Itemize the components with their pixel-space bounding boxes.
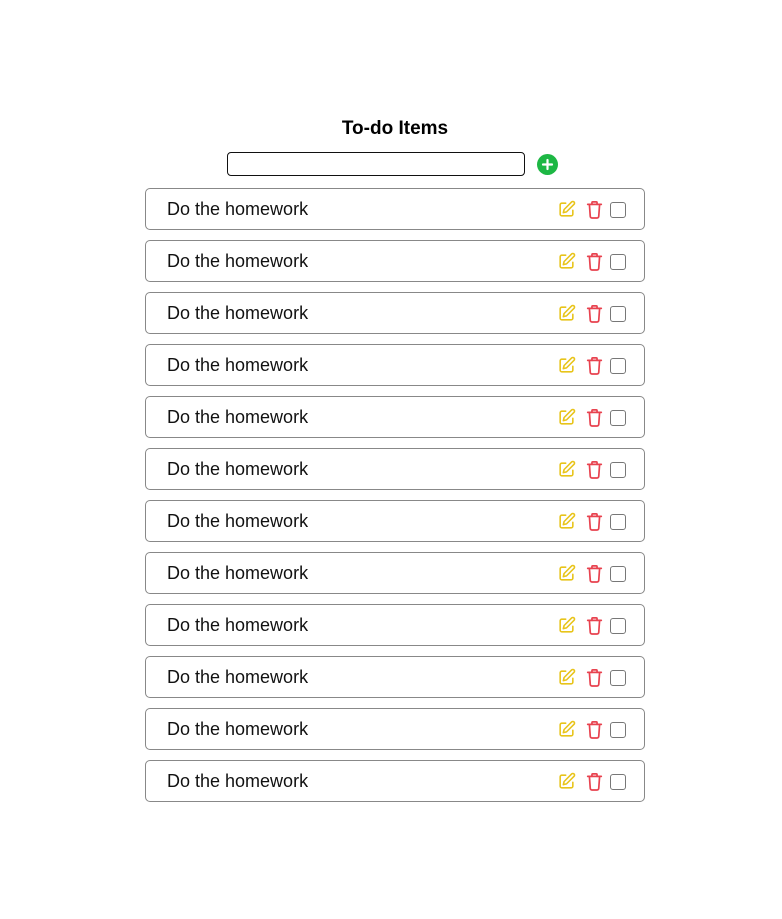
todo-item: Do the homework (145, 500, 645, 542)
todo-item: Do the homework (145, 708, 645, 750)
todo-list: Do the homework Do the homework Do the h… (145, 188, 645, 812)
done-checkbox[interactable] (610, 202, 626, 218)
todo-item-text: Do the homework (167, 562, 309, 583)
edit-icon[interactable] (556, 563, 576, 583)
trash-icon[interactable] (584, 615, 604, 635)
trash-icon[interactable] (584, 407, 604, 427)
done-checkbox[interactable] (610, 774, 626, 790)
trash-icon[interactable] (584, 251, 604, 271)
todo-item: Do the homework (145, 448, 645, 490)
edit-icon[interactable] (556, 511, 576, 531)
trash-icon[interactable] (584, 199, 604, 219)
done-checkbox[interactable] (610, 254, 626, 270)
trash-icon[interactable] (584, 303, 604, 323)
todo-item-text: Do the homework (167, 406, 309, 427)
done-checkbox[interactable] (610, 618, 626, 634)
done-checkbox[interactable] (610, 514, 626, 530)
edit-icon[interactable] (556, 771, 576, 791)
plus-icon (541, 158, 554, 171)
todo-input[interactable] (227, 152, 525, 176)
edit-icon[interactable] (556, 355, 576, 375)
trash-icon[interactable] (584, 563, 604, 583)
todo-item-text: Do the homework (167, 510, 309, 531)
edit-icon[interactable] (556, 667, 576, 687)
add-todo-button[interactable] (537, 153, 558, 175)
todo-item: Do the homework (145, 344, 645, 386)
trash-icon[interactable] (584, 719, 604, 739)
edit-icon[interactable] (556, 251, 576, 271)
add-todo-form (227, 152, 558, 176)
trash-icon[interactable] (584, 459, 604, 479)
edit-icon[interactable] (556, 199, 576, 219)
done-checkbox[interactable] (610, 358, 626, 374)
todo-item: Do the homework (145, 396, 645, 438)
edit-icon[interactable] (556, 459, 576, 479)
trash-icon[interactable] (584, 667, 604, 687)
edit-icon[interactable] (556, 303, 576, 323)
edit-icon[interactable] (556, 615, 576, 635)
todo-item-text: Do the homework (167, 718, 309, 739)
trash-icon[interactable] (584, 511, 604, 531)
edit-icon[interactable] (556, 407, 576, 427)
todo-item-text: Do the homework (167, 198, 309, 219)
todo-item: Do the homework (145, 240, 645, 282)
page-title: To-do Items (341, 118, 449, 139)
todo-item-text: Do the homework (167, 666, 309, 687)
todo-item: Do the homework (145, 760, 645, 802)
done-checkbox[interactable] (610, 410, 626, 426)
done-checkbox[interactable] (610, 566, 626, 582)
todo-item-text: Do the homework (167, 250, 309, 271)
done-checkbox[interactable] (610, 306, 626, 322)
done-checkbox[interactable] (610, 722, 626, 738)
todo-item-text: Do the homework (167, 458, 309, 479)
todo-item-text: Do the homework (167, 354, 309, 375)
todo-item: Do the homework (145, 552, 645, 594)
todo-item: Do the homework (145, 292, 645, 334)
todo-item-text: Do the homework (167, 770, 309, 791)
todo-item-text: Do the homework (167, 302, 309, 323)
done-checkbox[interactable] (610, 670, 626, 686)
trash-icon[interactable] (584, 355, 604, 375)
todo-item: Do the homework (145, 604, 645, 646)
todo-item: Do the homework (145, 188, 645, 230)
todo-item: Do the homework (145, 656, 645, 698)
todo-item-text: Do the homework (167, 614, 309, 635)
edit-icon[interactable] (556, 719, 576, 739)
done-checkbox[interactable] (610, 462, 626, 478)
trash-icon[interactable] (584, 771, 604, 791)
